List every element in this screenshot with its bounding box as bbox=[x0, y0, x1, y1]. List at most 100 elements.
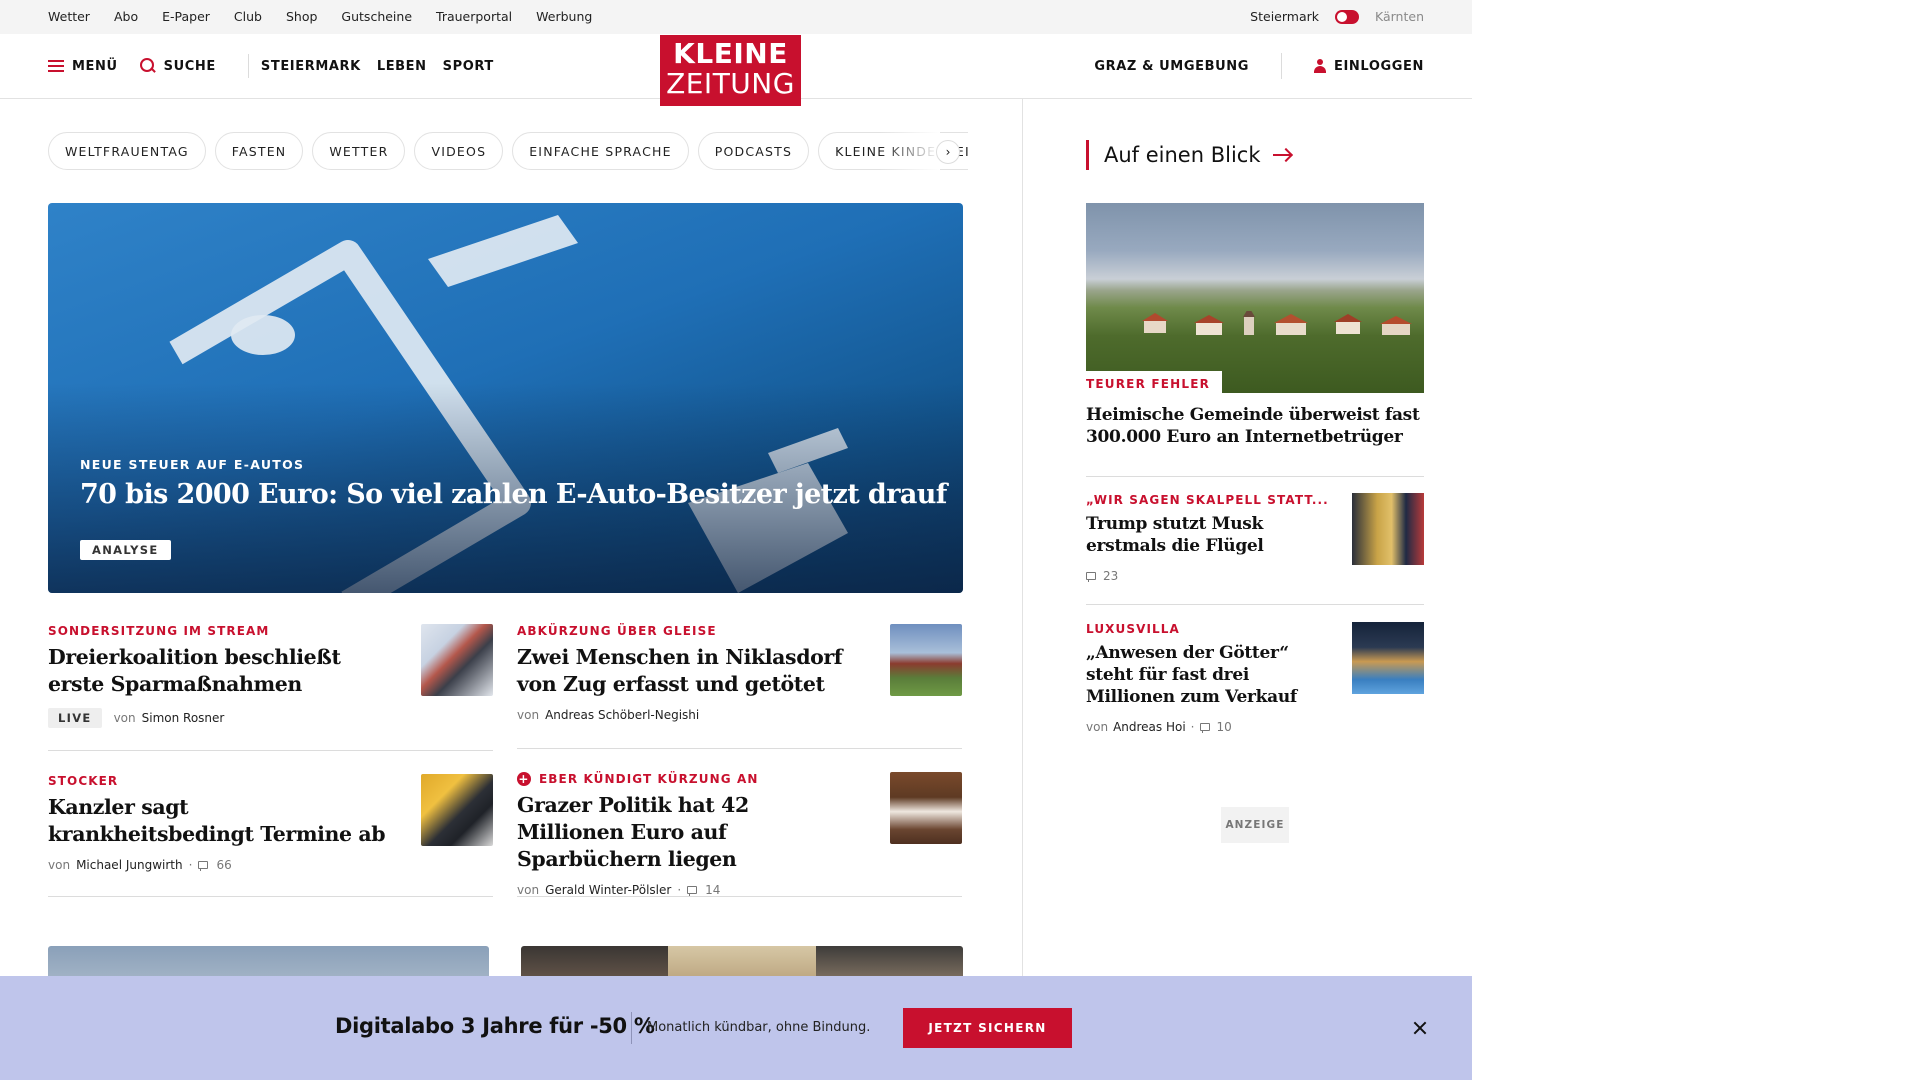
search-icon bbox=[139, 58, 156, 74]
sidebar-lead-image[interactable]: TEURER FEHLER bbox=[1086, 203, 1424, 393]
ad-label: ANZEIGE bbox=[1221, 807, 1289, 843]
sidebar-item-thumbnail[interactable] bbox=[1352, 622, 1424, 694]
main-header: MENÜ SUCHE STEIERMARK LEBEN SPORT KLEINE… bbox=[0, 34, 1472, 106]
topic-pills: WELTFRAUENTAG FASTEN WETTER VIDEOS EINFA… bbox=[48, 132, 968, 172]
utility-link-shop[interactable]: Shop bbox=[286, 9, 317, 24]
menu-button[interactable]: MENÜ bbox=[48, 59, 118, 74]
article-thumbnail[interactable] bbox=[890, 624, 962, 696]
sidebar-lead-headline[interactable]: Heimische Gemeinde überweist fast 300.00… bbox=[1086, 404, 1424, 448]
byline-author[interactable]: Andreas Schöberl-Negishi bbox=[545, 708, 699, 722]
sidebar-item-thumbnail[interactable] bbox=[1352, 493, 1424, 565]
article-card: + EBER KÜNDIGT KÜRZUNG AN Grazer Politik… bbox=[517, 772, 962, 897]
arrow-right-icon bbox=[1272, 154, 1291, 156]
topic-pill[interactable]: WETTER bbox=[312, 132, 406, 170]
region-steiermark[interactable]: Steiermark bbox=[1250, 9, 1319, 24]
page: Wetter Abo E-Paper Club Shop Gutscheine … bbox=[0, 0, 1920, 1080]
article-meta: LIVE von Simon Rosner bbox=[48, 708, 493, 728]
article-headline[interactable]: Grazer Politik hat 42 Millionen Euro auf… bbox=[517, 792, 857, 873]
logo-line-2: ZEITUNG bbox=[666, 67, 795, 100]
byline-author[interactable]: Michael Jungwirth bbox=[76, 858, 183, 872]
nav-steiermark[interactable]: STEIERMARK bbox=[261, 59, 361, 74]
region-switch: Steiermark Kärnten bbox=[1250, 9, 1424, 24]
region-toggle[interactable] bbox=[1335, 9, 1359, 24]
meta-dot: · bbox=[188, 858, 193, 872]
article-card: ABKÜRZUNG ÜBER GLEISE Zwei Menschen in N… bbox=[517, 624, 962, 749]
utility-link-wetter[interactable]: Wetter bbox=[48, 9, 90, 24]
utility-link-club[interactable]: Club bbox=[234, 9, 262, 24]
sidebar-divider bbox=[1086, 604, 1424, 605]
login-button[interactable]: EINLOGGEN bbox=[1314, 59, 1424, 74]
byline-prefix: von bbox=[517, 708, 540, 722]
topic-pill[interactable]: PODCASTS bbox=[697, 132, 810, 170]
meta-dot: · bbox=[1190, 720, 1195, 734]
article-thumbnail[interactable] bbox=[890, 772, 962, 844]
topic-pill[interactable]: EINFACHE SPRACHE bbox=[512, 132, 689, 170]
topic-pill[interactable]: FASTEN bbox=[214, 132, 304, 170]
search-button[interactable]: SUCHE bbox=[139, 58, 216, 74]
comment-count[interactable]: 66 bbox=[216, 858, 231, 872]
nav-leben[interactable]: LEBEN bbox=[377, 59, 427, 74]
hero-title[interactable]: 70 bis 2000 Euro: So viel zahlen E-Auto-… bbox=[80, 479, 947, 510]
article-divider bbox=[48, 896, 493, 897]
article-meta: von Andreas Schöberl-Negishi bbox=[517, 708, 962, 722]
sidebar-item-headline[interactable]: Trump stutzt Musk erstmals die Flügel bbox=[1086, 513, 1311, 557]
article-thumbnail[interactable] bbox=[421, 624, 493, 696]
article-headline[interactable]: Zwei Menschen in Niklasdorf von Zug erfa… bbox=[517, 644, 857, 698]
site: Wetter Abo E-Paper Club Shop Gutscheine … bbox=[0, 0, 1472, 1080]
article-kicker-text: EBER KÜNDIGT KÜRZUNG AN bbox=[539, 772, 759, 786]
meta-dot: · bbox=[677, 883, 682, 897]
header-nav: MENÜ SUCHE STEIERMARK LEBEN SPORT bbox=[48, 34, 510, 98]
promo-divider bbox=[631, 1012, 632, 1044]
byline-author[interactable]: Andreas Hoi bbox=[1113, 720, 1186, 734]
subscription-banner: Digitalabo 3 Jahre für -50 % Monatlich k… bbox=[0, 976, 1472, 1080]
header-right: GRAZ & UMGEBUNG EINLOGGEN bbox=[1094, 34, 1424, 98]
site-logo[interactable]: KLEINE ZEITUNG bbox=[660, 35, 801, 106]
hero-article[interactable]: NEUE STEUER AUF E-AUTOS 70 bis 2000 Euro… bbox=[48, 203, 963, 593]
sidebar-divider bbox=[1086, 476, 1424, 477]
article-thumbnail[interactable] bbox=[421, 774, 493, 846]
sidebar-item: LUXUSVILLA „Anwesen der Götter“ steht fü… bbox=[1086, 622, 1424, 734]
article-headline[interactable]: Dreierkoalition beschließt erste Sparmaß… bbox=[48, 644, 388, 698]
article-headline[interactable]: Kanzler sagt krankheitsbedingt Termine a… bbox=[48, 794, 388, 848]
comment-count[interactable]: 14 bbox=[705, 883, 720, 897]
chevron-right-icon[interactable]: › bbox=[936, 140, 960, 164]
utility-link-gutscheine[interactable]: Gutscheine bbox=[341, 9, 412, 24]
comment-icon bbox=[1199, 723, 1210, 733]
login-label: EINLOGGEN bbox=[1334, 58, 1424, 74]
comment-icon bbox=[687, 886, 698, 896]
sidebar-title-link[interactable]: Auf einen Blick bbox=[1086, 140, 1291, 170]
search-label: SUCHE bbox=[163, 58, 216, 74]
region-kaernten[interactable]: Kärnten bbox=[1375, 9, 1424, 24]
hamburger-icon bbox=[48, 60, 64, 72]
promo-title: Digitalabo 3 Jahre für -50 % bbox=[335, 1014, 655, 1038]
topic-pill[interactable]: VIDEOS bbox=[414, 132, 504, 170]
utility-link-epaper[interactable]: E-Paper bbox=[162, 9, 210, 24]
utility-link-abo[interactable]: Abo bbox=[114, 9, 138, 24]
column-divider bbox=[1022, 99, 1023, 977]
article-divider bbox=[48, 750, 493, 751]
comment-count[interactable]: 10 bbox=[1217, 720, 1232, 734]
topic-pill[interactable]: WELTFRAUENTAG bbox=[48, 132, 206, 170]
utility-link-werbung[interactable]: Werbung bbox=[536, 9, 592, 24]
byline-author[interactable]: Simon Rosner bbox=[142, 711, 225, 725]
article-divider bbox=[517, 748, 962, 749]
hero-kicker: NEUE STEUER AUF E-AUTOS bbox=[80, 457, 305, 472]
article-meta: von Gerald Winter-Pölsler · 14 bbox=[517, 883, 962, 897]
hero-badge: ANALYSE bbox=[80, 540, 171, 560]
promo-cta-button[interactable]: JETZT SICHERN bbox=[903, 1008, 1072, 1048]
comment-count[interactable]: 23 bbox=[1103, 569, 1118, 583]
article-card: STOCKER Kanzler sagt krankheitsbedingt T… bbox=[48, 774, 493, 897]
nav-sport[interactable]: SPORT bbox=[443, 59, 494, 74]
byline-prefix: von bbox=[1086, 720, 1109, 734]
sidebar-lead-kicker: TEURER FEHLER bbox=[1086, 371, 1223, 393]
article-card: SONDERSITZUNG IM STREAM Dreierkoalition … bbox=[48, 624, 493, 751]
sidebar-item-headline[interactable]: „Anwesen der Götter“ steht für fast drei… bbox=[1086, 642, 1311, 708]
village-roofs bbox=[1142, 311, 1412, 335]
byline-author[interactable]: Gerald Winter-Pölsler bbox=[545, 883, 671, 897]
utility-link-trauerportal[interactable]: Trauerportal bbox=[436, 9, 512, 24]
sidebar-item-meta: 23 bbox=[1086, 569, 1424, 583]
close-icon[interactable] bbox=[1408, 1016, 1432, 1040]
header-divider bbox=[247, 54, 249, 78]
utility-bar: Wetter Abo E-Paper Club Shop Gutscheine … bbox=[0, 0, 1472, 34]
local-link[interactable]: GRAZ & UMGEBUNG bbox=[1094, 59, 1249, 74]
